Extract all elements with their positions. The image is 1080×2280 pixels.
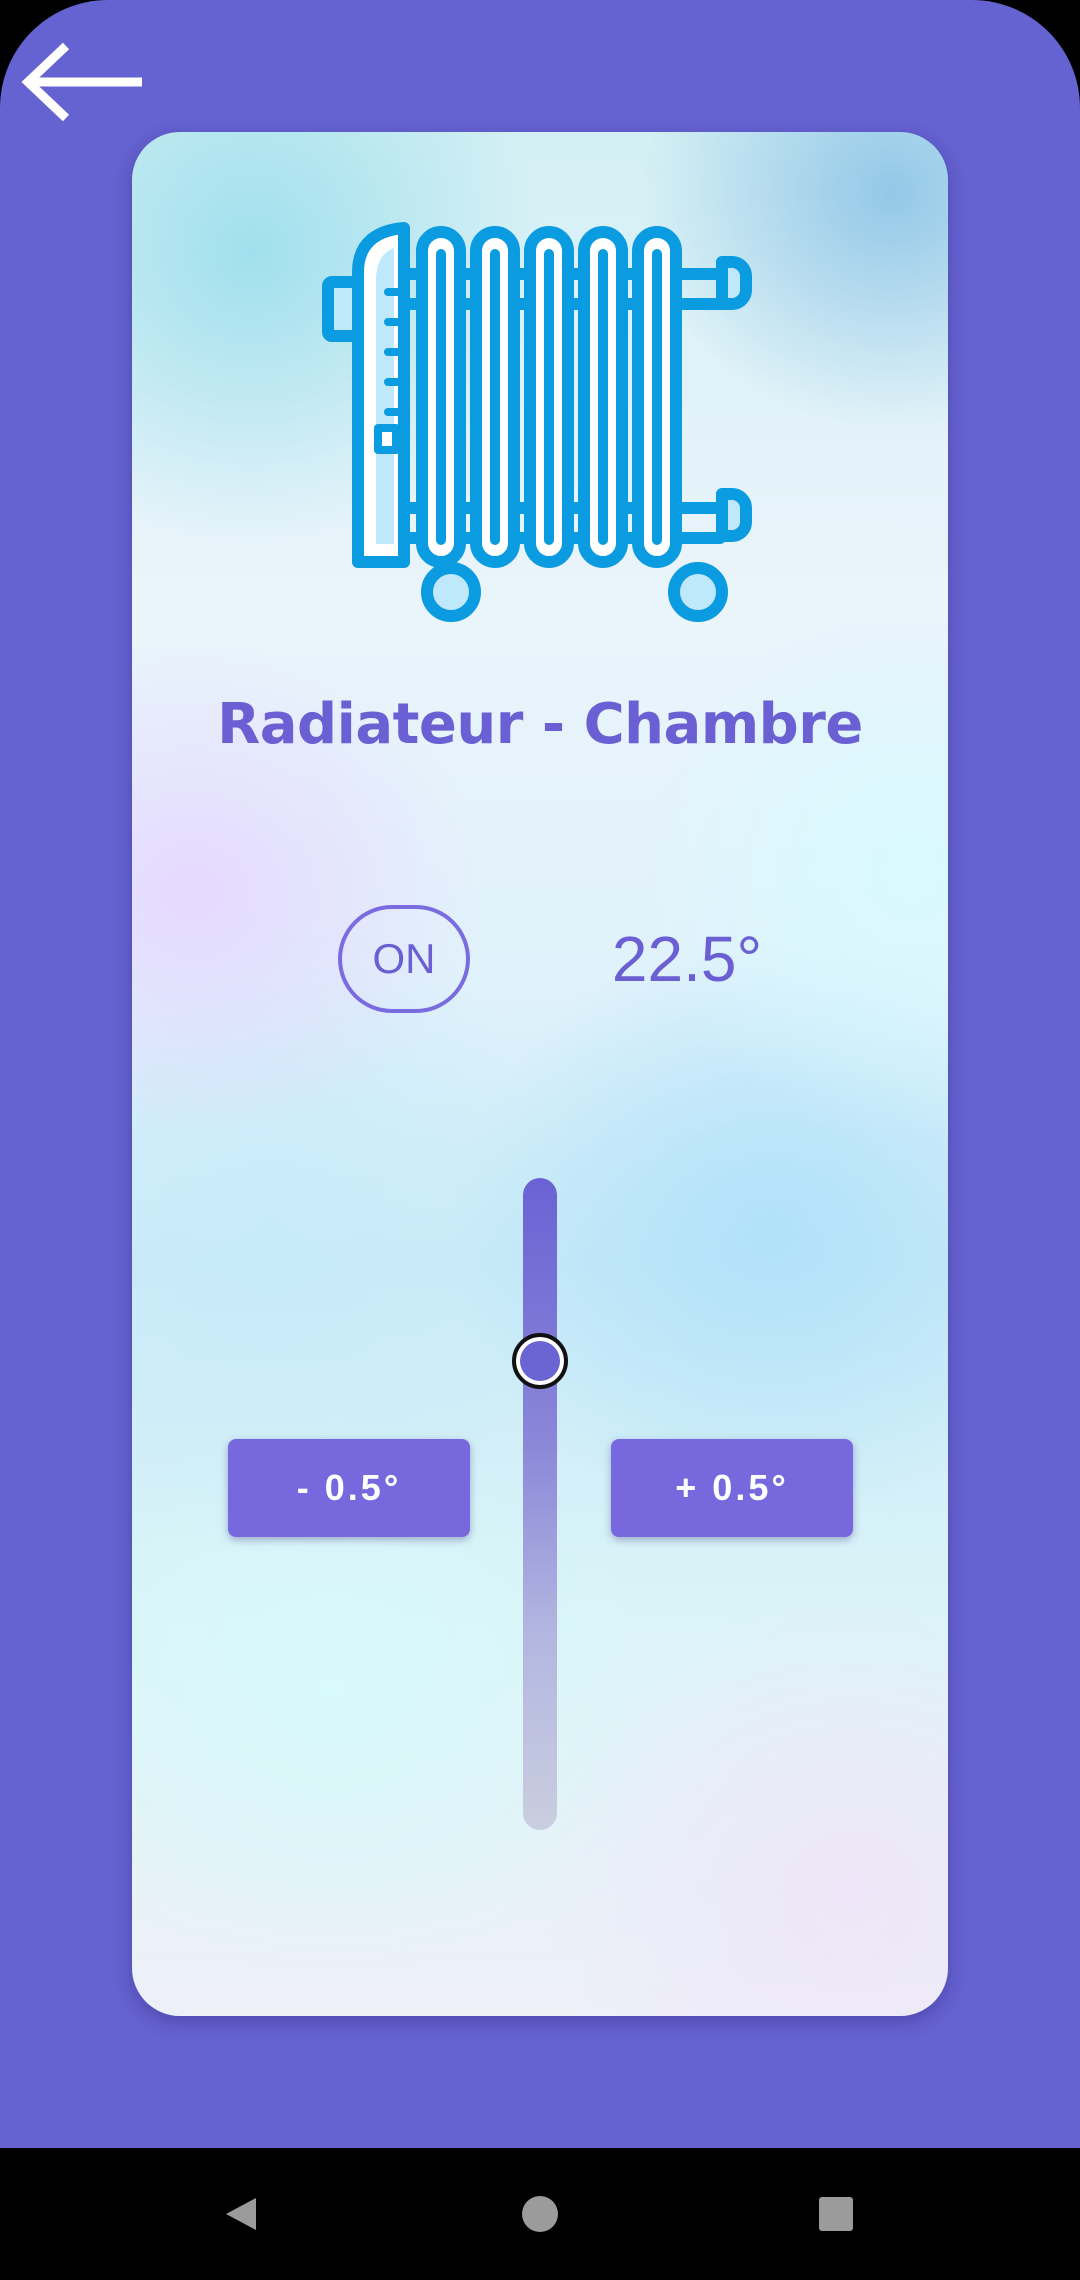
app-screen: Radiateur - Chambre ON 22.5° - 0.5° + 0.… bbox=[0, 0, 1080, 2280]
system-navigation-bar bbox=[0, 2148, 1080, 2280]
temperature-slider-thumb[interactable] bbox=[512, 1332, 568, 1389]
circle-home-icon bbox=[522, 2196, 558, 2232]
device-card: Radiateur - Chambre ON 22.5° - 0.5° + 0.… bbox=[132, 132, 948, 2016]
power-toggle-button[interactable]: ON bbox=[338, 905, 470, 1013]
nav-home-button[interactable] bbox=[480, 2148, 600, 2280]
temperature-value: 22.5° bbox=[611, 923, 763, 995]
square-recents-icon bbox=[819, 2197, 853, 2231]
temperature-slider-track[interactable] bbox=[523, 1178, 557, 1830]
increase-temperature-button[interactable]: + 0.5° bbox=[611, 1439, 853, 1537]
nav-back-button[interactable] bbox=[182, 2148, 302, 2280]
nav-recents-button[interactable] bbox=[776, 2148, 896, 2280]
triangle-back-icon bbox=[226, 2198, 256, 2230]
radiator-icon bbox=[322, 222, 752, 622]
decrease-temperature-button[interactable]: - 0.5° bbox=[228, 1439, 470, 1537]
back-button[interactable] bbox=[18, 38, 148, 128]
arrow-left-icon bbox=[21, 42, 142, 122]
device-title: Radiateur - Chambre bbox=[217, 692, 863, 757]
